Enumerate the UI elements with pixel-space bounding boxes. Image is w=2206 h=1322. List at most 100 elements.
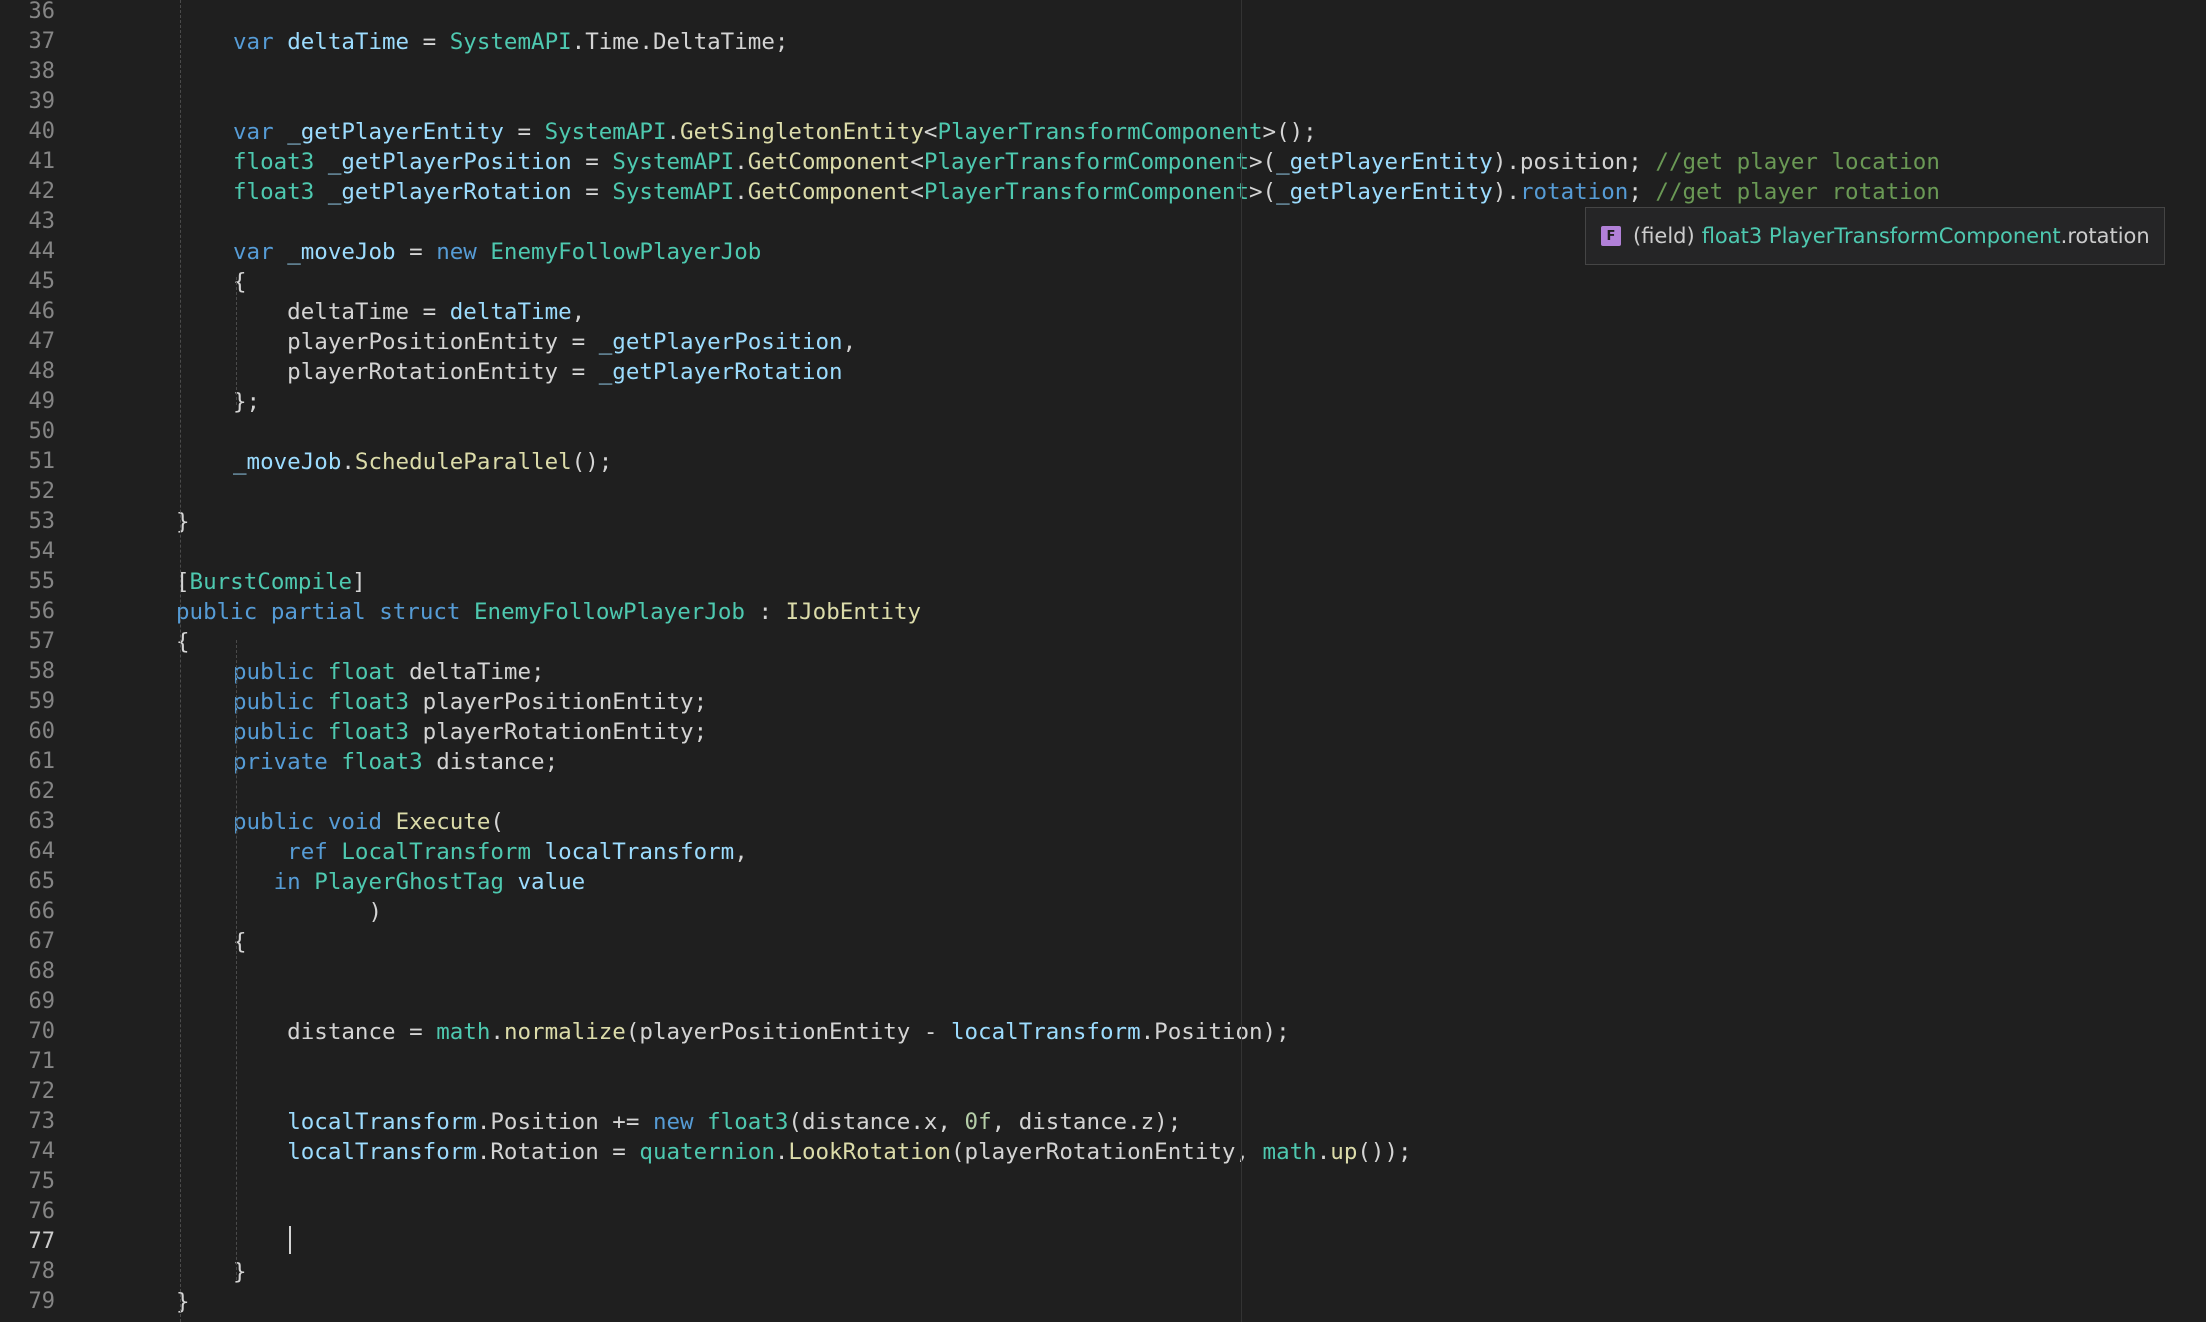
code-line[interactable]: 59 public float3 playerPositionEntity; (0, 687, 2206, 717)
code-text: localTransform.Rotation = quaternion.Loo… (233, 1137, 1411, 1167)
code-text: _moveJob.ScheduleParallel(); (233, 447, 612, 477)
code-line[interactable]: 78} (0, 1257, 2206, 1287)
code-line[interactable]: 74 localTransform.Rotation = quaternion.… (0, 1137, 2206, 1167)
code-editor[interactable]: 36 37 var deltaTime = SystemAPI.Time.Delta… (0, 0, 2206, 1322)
code-token: < (923, 119, 938, 145)
code-token: float3 (327, 719, 410, 745)
code-line[interactable]: 39 (0, 87, 2206, 117)
code-line[interactable]: 57 { (0, 627, 2206, 657)
code-line[interactable]: 45{ (0, 267, 2206, 297)
line-number: 61 (28, 749, 56, 774)
code-line[interactable]: 71 (0, 1047, 2206, 1077)
code-text: public float3 playerRotationEntity; (233, 717, 707, 747)
code-line[interactable]: 55 [BurstCompile] (0, 567, 2206, 597)
code-text: private float3 distance; (233, 747, 558, 777)
line-number: 67 (28, 929, 56, 954)
code-token: _getPlayerEntity (1276, 149, 1493, 175)
code-line[interactable]: 68 (0, 957, 2206, 987)
line-number: 58 (28, 659, 56, 684)
code-line[interactable]: 73 localTransform.Position += new float3… (0, 1107, 2206, 1137)
line-number: 65 (28, 869, 56, 894)
code-line[interactable]: 64 ref LocalTransform localTransform, (0, 837, 2206, 867)
line-number: 63 (28, 809, 56, 834)
code-token: float3 (233, 149, 315, 175)
line-number: 48 (28, 359, 56, 384)
line-number: 60 (28, 719, 56, 744)
line-number: 43 (28, 209, 56, 234)
code-token: (distance.x, (788, 1109, 965, 1135)
line-number: 77 (28, 1229, 56, 1254)
code-line[interactable]: 61 private float3 distance; (0, 747, 2206, 777)
code-line[interactable]: 54 (0, 537, 2206, 567)
code-token: ] (352, 569, 366, 595)
line-number: 44 (28, 239, 56, 264)
code-token: var (233, 29, 288, 55)
code-text: }; (233, 387, 260, 417)
code-line[interactable]: 65 in PlayerGhostTag value (0, 867, 2206, 897)
code-token: var (233, 239, 288, 265)
code-line[interactable]: 77 (0, 1227, 2206, 1257)
code-line[interactable]: 53} (0, 507, 2206, 537)
code-line[interactable]: 40 var _getPlayerEntity = SystemAPI.GetSi… (0, 117, 2206, 147)
code-line[interactable]: 47 playerPositionEntity = _getPlayerPosi… (0, 327, 2206, 357)
code-text: [BurstCompile] (176, 567, 366, 597)
code-line[interactable]: 69 (0, 987, 2206, 1017)
code-token: distance = (233, 1019, 437, 1045)
line-number: 54 (28, 539, 56, 564)
code-text: var _getPlayerEntity = SystemAPI.GetSing… (233, 117, 1317, 147)
code-token: 0f (964, 1109, 992, 1135)
code-line[interactable]: 56 public partial struct EnemyFollowPlaye… (0, 597, 2206, 627)
code-token: PlayerGhostTag (314, 869, 504, 895)
code-text: public partial struct EnemyFollowPlayerJ… (176, 597, 921, 627)
code-line[interactable]: 37 var deltaTime = SystemAPI.Time.DeltaTi… (0, 27, 2206, 57)
code-text: localTransform.Position += new float3(di… (233, 1107, 1181, 1137)
code-line[interactable]: 72 (0, 1077, 2206, 1107)
code-line[interactable]: 49}; (0, 387, 2206, 417)
code-line[interactable]: 58 public float deltaTime; (0, 657, 2206, 687)
code-token: new (652, 1109, 708, 1135)
code-text: playerPositionEntity = _getPlayerPositio… (233, 327, 856, 357)
line-number: 49 (28, 389, 56, 414)
code-line[interactable]: 48 playerRotationEntity = _getPlayerRota… (0, 357, 2206, 387)
code-token: private (233, 749, 342, 775)
code-line[interactable]: 36 (0, 0, 2206, 27)
line-number: 38 (28, 59, 56, 84)
code-token: deltaTime (449, 299, 572, 325)
code-line[interactable]: 66 ) (0, 897, 2206, 927)
code-line[interactable]: 60 public float3 playerRotationEntity; (0, 717, 2206, 747)
code-line[interactable]: 42 float3 _getPlayerRotation = SystemAPI.… (0, 177, 2206, 207)
code-line[interactable]: 70 distance = math.normalize(playerPosit… (0, 1017, 2206, 1047)
code-text: public void Execute( (233, 807, 504, 837)
code-line[interactable]: 75 (0, 1167, 2206, 1197)
code-line[interactable]: 38 (0, 57, 2206, 87)
hover-member: .rotation (2060, 224, 2150, 248)
code-line[interactable]: 51 _moveJob.ScheduleParallel(); (0, 447, 2206, 477)
code-text: float3 _getPlayerPosition = SystemAPI.Ge… (233, 147, 1940, 177)
code-text: } (176, 507, 190, 537)
code-token: var (233, 119, 288, 145)
code-line[interactable]: 67{ (0, 927, 2206, 957)
code-line[interactable]: 76 (0, 1197, 2206, 1227)
code-token: _moveJob (233, 449, 342, 475)
code-text: var deltaTime = SystemAPI.Time.DeltaTime… (233, 27, 788, 57)
line-number: 46 (28, 299, 56, 324)
code-line[interactable]: 50 (0, 417, 2206, 447)
code-token: in (233, 869, 315, 895)
code-token: EnemyFollowPlayerJob (474, 599, 745, 625)
code-token: float3 (327, 689, 410, 715)
code-token: = (571, 179, 613, 205)
code-line[interactable]: 41 float3 _getPlayerPosition = SystemAPI.… (0, 147, 2206, 177)
code-token: SystemAPI (544, 119, 667, 145)
code-line[interactable]: 46 deltaTime = deltaTime, (0, 297, 2206, 327)
line-number: 70 (28, 1019, 56, 1044)
code-line[interactable]: 79} (0, 1287, 2206, 1317)
line-number: 68 (28, 959, 56, 984)
code-line[interactable]: 63 public void Execute( (0, 807, 2206, 837)
code-line[interactable]: 62 (0, 777, 2206, 807)
code-token: float3 (341, 749, 423, 775)
code-token: _getPlayerRotation (327, 179, 572, 205)
code-token: playerPositionEntity = (233, 329, 599, 355)
line-number: 64 (28, 839, 56, 864)
code-line[interactable]: 52 (0, 477, 2206, 507)
